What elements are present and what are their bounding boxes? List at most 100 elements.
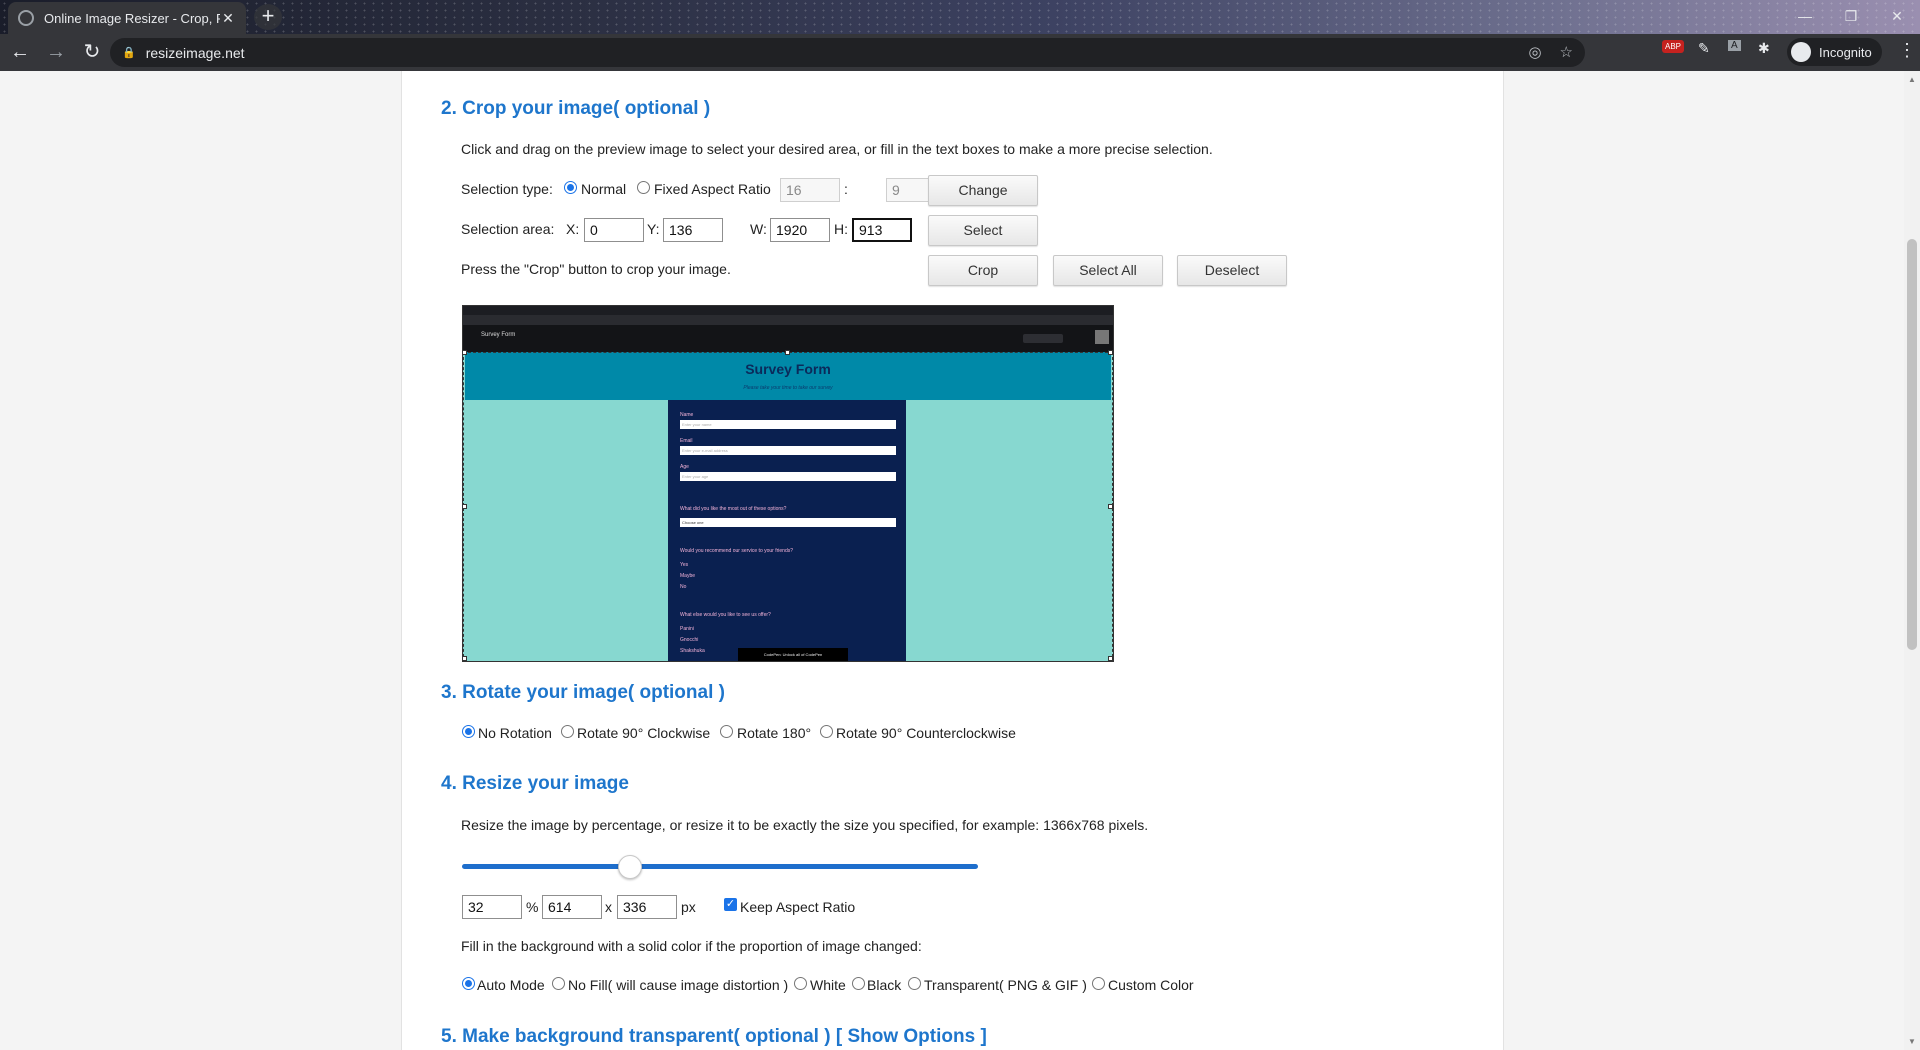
- black-fill-label: Black: [867, 977, 902, 993]
- rotate-cw-label: Rotate 90° Clockwise: [577, 725, 711, 741]
- page-viewport: 2. Crop your image( optional ) Click and…: [0, 71, 1904, 1050]
- scrollbar-thumb[interactable]: [1907, 239, 1917, 650]
- fixed-ratio-label: Fixed Aspect Ratio: [654, 181, 771, 197]
- restore-button[interactable]: ❐: [1828, 0, 1874, 34]
- selection-type-label: Selection type:: [461, 181, 553, 197]
- y-label: Y:: [647, 221, 660, 237]
- width-px-input[interactable]: [542, 895, 602, 919]
- rotate-ccw-radio[interactable]: [820, 725, 833, 738]
- white-fill-label: White: [810, 977, 846, 993]
- address-bar[interactable]: 🔒 resizeimage.net ◎ ☆: [110, 38, 1585, 67]
- selection-area-label: Selection area:: [461, 221, 555, 237]
- auto-mode-label: Auto Mode: [477, 977, 545, 993]
- rotate-cw-radio[interactable]: [561, 725, 574, 738]
- preview-change-view: [1023, 334, 1063, 343]
- eye-off-icon[interactable]: ◎: [1528, 43, 1541, 61]
- window-controls: — ❐ ✕: [1782, 0, 1920, 34]
- crop-handle-bl[interactable]: [463, 656, 467, 661]
- auto-mode-radio[interactable]: [462, 977, 475, 990]
- reload-icon[interactable]: ↻: [76, 37, 108, 69]
- incognito-icon: [1791, 42, 1811, 62]
- browser-menu-icon[interactable]: ⋮: [1898, 40, 1916, 61]
- select-all-button[interactable]: Select All: [1053, 255, 1163, 286]
- no-rotation-label: No Rotation: [478, 725, 552, 741]
- rotate-180-label: Rotate 180°: [737, 725, 812, 741]
- selection-x-input[interactable]: [584, 218, 644, 242]
- selection-y-input[interactable]: [663, 218, 723, 242]
- rotate-ccw-label: Rotate 90° Counterclockwise: [836, 725, 1016, 741]
- no-fill-label: No Fill( will cause image distortion ): [568, 977, 789, 993]
- x-label: X:: [566, 221, 580, 237]
- crop-selection-box[interactable]: [463, 352, 1113, 661]
- custom-color-radio[interactable]: [1092, 977, 1105, 990]
- dimension-separator: x: [605, 899, 612, 915]
- preview-address-bar: [463, 315, 1113, 325]
- extensions-puzzle-icon[interactable]: ✱: [1758, 40, 1770, 57]
- scroll-down-icon[interactable]: ▼: [1908, 1037, 1916, 1046]
- rotate-section-heading: 3. Rotate your image( optional ): [441, 682, 725, 703]
- site-favicon-icon: [18, 10, 34, 26]
- percent-input[interactable]: [462, 895, 522, 919]
- preview-avatar: [1095, 330, 1109, 344]
- crop-handle-t[interactable]: [785, 350, 790, 355]
- h-label: H:: [834, 221, 848, 237]
- height-px-input[interactable]: [617, 895, 677, 919]
- change-button[interactable]: Change: [928, 175, 1038, 206]
- crop-hint-text: Press the "Crop" button to crop your ima…: [461, 261, 731, 277]
- translate-extension-icon[interactable]: A: [1728, 40, 1741, 51]
- resize-slider-track[interactable]: [462, 864, 978, 869]
- crop-intro-text: Click and drag on the preview image to s…: [461, 141, 1213, 157]
- custom-color-label: Custom Color: [1108, 977, 1194, 993]
- keep-ratio-checkbox[interactable]: ✓: [724, 898, 737, 911]
- crop-handle-br[interactable]: [1108, 656, 1113, 661]
- ratio-width-input[interactable]: [780, 178, 840, 202]
- crop-section-heading: 2. Crop your image( optional ): [441, 98, 711, 119]
- lock-icon: 🔒: [122, 47, 136, 59]
- crop-handle-tl[interactable]: [463, 350, 467, 355]
- no-fill-radio[interactable]: [552, 977, 565, 990]
- select-button[interactable]: Select: [928, 215, 1038, 246]
- fill-intro-text: Fill in the background with a solid colo…: [461, 938, 922, 954]
- tab-close-icon[interactable]: ✕: [220, 10, 236, 27]
- resize-slider-knob[interactable]: [618, 855, 642, 879]
- fixed-ratio-radio[interactable]: [637, 181, 650, 194]
- show-options-link[interactable]: [ Show Options ]: [836, 1026, 987, 1047]
- ratio-separator: :: [844, 181, 848, 197]
- white-fill-radio[interactable]: [794, 977, 807, 990]
- black-fill-radio[interactable]: [852, 977, 865, 990]
- crop-handle-l[interactable]: [463, 504, 467, 509]
- new-tab-button[interactable]: +: [254, 4, 282, 30]
- bookmark-star-icon[interactable]: ☆: [1560, 43, 1573, 61]
- resize-section-heading: 4. Resize your image: [441, 773, 629, 794]
- selection-w-input[interactable]: [770, 218, 830, 242]
- page-scrollbar[interactable]: ▲ ▼: [1904, 71, 1920, 1050]
- forward-icon[interactable]: →: [40, 37, 72, 69]
- close-window-button[interactable]: ✕: [1874, 0, 1920, 34]
- preview-app-title: Survey Form: [481, 332, 516, 338]
- scroll-up-icon[interactable]: ▲: [1908, 75, 1916, 84]
- incognito-indicator[interactable]: Incognito: [1787, 38, 1882, 66]
- adblock-icon[interactable]: ABP: [1662, 40, 1685, 53]
- deselect-button[interactable]: Deselect: [1177, 255, 1287, 286]
- pen-extension-icon[interactable]: ✎: [1698, 40, 1710, 57]
- browser-tab[interactable]: Online Image Resizer - Crop, Res ✕: [8, 2, 246, 34]
- normal-radio[interactable]: [564, 181, 577, 194]
- transparent-fill-radio[interactable]: [908, 977, 921, 990]
- crop-handle-tr[interactable]: [1108, 350, 1113, 355]
- keep-ratio-label: Keep Aspect Ratio: [740, 899, 856, 915]
- transparent-fill-label: Transparent( PNG & GIF ): [924, 977, 1087, 993]
- crop-preview-image[interactable]: Survey Form Survey Form Please take your…: [462, 305, 1114, 662]
- url-text: resizeimage.net: [145, 44, 245, 61]
- back-icon[interactable]: ←: [4, 37, 36, 69]
- minimize-button[interactable]: —: [1782, 0, 1828, 34]
- crop-handle-r[interactable]: [1108, 504, 1113, 509]
- incognito-label: Incognito: [1819, 44, 1872, 60]
- w-label: W:: [750, 221, 767, 237]
- transparent-section-heading: 5. Make background transparent( optional…: [441, 1026, 987, 1048]
- percent-sign: %: [526, 899, 539, 915]
- rotate-180-radio[interactable]: [720, 725, 733, 738]
- crop-button[interactable]: Crop: [928, 255, 1038, 286]
- tab-title: Online Image Resizer - Crop, Res: [44, 10, 220, 26]
- no-rotation-radio[interactable]: [462, 725, 475, 738]
- selection-h-input[interactable]: [852, 218, 912, 242]
